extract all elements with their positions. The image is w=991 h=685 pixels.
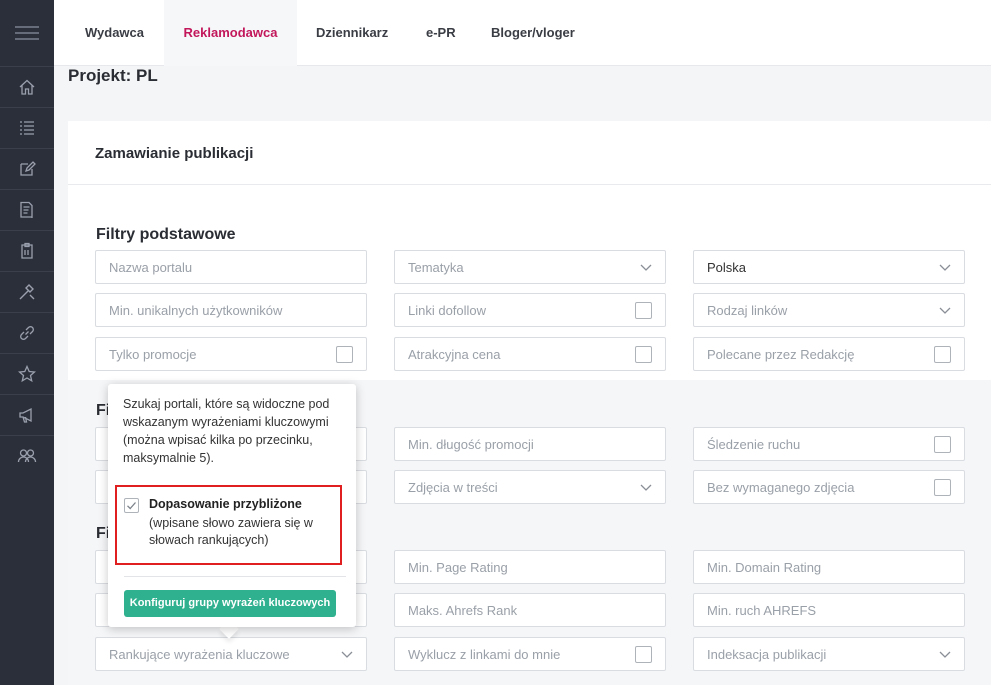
tab-wydawca[interactable]: Wydawca <box>85 0 144 66</box>
portal-name-placeholder: Nazwa portalu <box>109 260 193 275</box>
min-ahrefs-traffic-placeholder: Min. ruch AHREFS <box>707 603 817 618</box>
link-icon[interactable] <box>0 312 54 353</box>
exclude-links-checkbox[interactable] <box>635 646 652 663</box>
chevron-down-icon <box>341 651 353 658</box>
star-icon[interactable] <box>0 353 54 394</box>
dofollow-label: Linki dofollow <box>408 303 487 318</box>
indexing-select[interactable]: Indeksacja publikacji <box>693 637 965 671</box>
sidebar <box>0 0 54 685</box>
link-type-placeholder: Rodzaj linków <box>707 303 788 318</box>
top-nav: Wydawca Reklamodawca Dziennikarz e-PR Bl… <box>54 0 991 66</box>
check-icon <box>127 502 136 510</box>
tab-reklamodawca[interactable]: Reklamodawca <box>164 0 297 66</box>
popover-description: Szukaj portali, które są widoczne pod ws… <box>123 397 330 465</box>
chevron-down-icon <box>640 264 652 271</box>
attractive-price-checkbox[interactable] <box>635 346 652 363</box>
min-page-rating-input[interactable]: Min. Page Rating <box>394 550 666 584</box>
chevron-down-icon <box>640 484 652 491</box>
recommended-label: Polecane przez Redakcję <box>707 347 855 362</box>
min-promo-length-input[interactable]: Min. długość promocji <box>394 427 666 461</box>
country-value: Polska <box>707 260 747 275</box>
promo-only-checkbox[interactable] <box>336 346 353 363</box>
traffic-tracking-label: Śledzenie ruchu <box>707 437 801 452</box>
min-ahrefs-traffic-input[interactable]: Min. ruch AHREFS <box>693 593 965 627</box>
chevron-down-icon <box>939 264 951 271</box>
list-icon[interactable] <box>0 107 54 148</box>
recommended-checkbox-field[interactable]: Polecane przez Redakcję <box>693 337 965 371</box>
min-page-rating-placeholder: Min. Page Rating <box>408 560 508 575</box>
topic-select[interactable]: Tematyka <box>394 250 666 284</box>
ranking-keywords-placeholder: Rankujące wyrażenia kluczowe <box>109 647 290 662</box>
dofollow-checkbox[interactable] <box>635 302 652 319</box>
home-icon[interactable] <box>0 66 54 107</box>
invoice-icon[interactable] <box>0 189 54 230</box>
ranking-keywords-select[interactable]: Rankujące wyrażenia kluczowe <box>95 637 367 671</box>
traffic-tracking-checkbox-field[interactable]: Śledzenie ruchu <box>693 427 965 461</box>
attractive-price-label: Atrakcyjna cena <box>408 347 501 362</box>
min-domain-rating-input[interactable]: Min. Domain Rating <box>693 550 965 584</box>
edit-icon[interactable] <box>0 148 54 189</box>
popover-divider <box>124 576 346 577</box>
attractive-price-checkbox-field[interactable]: Atrakcyjna cena <box>394 337 666 371</box>
chevron-down-icon <box>939 651 951 658</box>
images-in-content-select[interactable]: Zdjęcia w treści <box>394 470 666 504</box>
indexing-placeholder: Indeksacja publikacji <box>707 647 827 662</box>
no-image-required-label: Bez wymaganego zdjęcia <box>707 480 855 495</box>
tab-epr[interactable]: e-PR <box>426 0 456 66</box>
min-unique-users-input[interactable]: Min. unikalnych użytkowników <box>95 293 367 327</box>
link-type-select[interactable]: Rodzaj linków <box>693 293 965 327</box>
approx-match-checkbox[interactable] <box>124 498 139 513</box>
traffic-tracking-checkbox[interactable] <box>934 436 951 453</box>
chevron-down-icon <box>939 307 951 314</box>
card-header: Zamawianie publikacji <box>68 121 991 185</box>
no-image-required-checkbox[interactable] <box>934 479 951 496</box>
page-title: Projekt: PL <box>68 66 158 85</box>
promo-only-checkbox-field[interactable]: Tylko promocje <box>95 337 367 371</box>
images-in-content-placeholder: Zdjęcia w treści <box>408 480 498 495</box>
approx-match-title: Dopasowanie przybliżone <box>149 497 302 511</box>
dofollow-checkbox-field[interactable]: Linki dofollow <box>394 293 666 327</box>
tab-bloger-vloger[interactable]: Bloger/vloger <box>491 0 575 66</box>
max-ahrefs-rank-input[interactable]: Maks. Ahrefs Rank <box>394 593 666 627</box>
configure-keyword-groups-button[interactable]: Konfiguruj grupy wyrażeń kluczowych <box>124 590 336 617</box>
approx-match-description: (wpisane słowo zawiera się w słowach ran… <box>149 516 313 547</box>
exclude-links-checkbox-field[interactable]: Wyklucz z linkami do mnie <box>394 637 666 671</box>
max-ahrefs-rank-placeholder: Maks. Ahrefs Rank <box>408 603 518 618</box>
exclude-links-label: Wyklucz z linkami do mnie <box>408 647 561 662</box>
topic-placeholder: Tematyka <box>408 260 464 275</box>
no-image-required-checkbox-field[interactable]: Bez wymaganego zdjęcia <box>693 470 965 504</box>
tools-icon[interactable] <box>0 271 54 312</box>
country-select[interactable]: Polska <box>693 250 965 284</box>
recommended-checkbox[interactable] <box>934 346 951 363</box>
min-promo-length-placeholder: Min. długość promocji <box>408 437 534 452</box>
min-domain-rating-placeholder: Min. Domain Rating <box>707 560 822 575</box>
promo-only-label: Tylko promocje <box>109 347 197 362</box>
clipboard-icon[interactable] <box>0 230 54 271</box>
card-title: Zamawianie publikacji <box>95 145 254 162</box>
min-unique-users-placeholder: Min. unikalnych użytkowników <box>109 303 283 318</box>
portal-name-input[interactable]: Nazwa portalu <box>95 250 367 284</box>
tab-dziennikarz[interactable]: Dziennikarz <box>316 0 388 66</box>
menu-icon[interactable] <box>0 0 54 66</box>
megaphone-icon[interactable] <box>0 394 54 435</box>
basic-filters-title: Filtry podstawowe <box>96 226 236 243</box>
users-icon[interactable] <box>0 435 54 476</box>
